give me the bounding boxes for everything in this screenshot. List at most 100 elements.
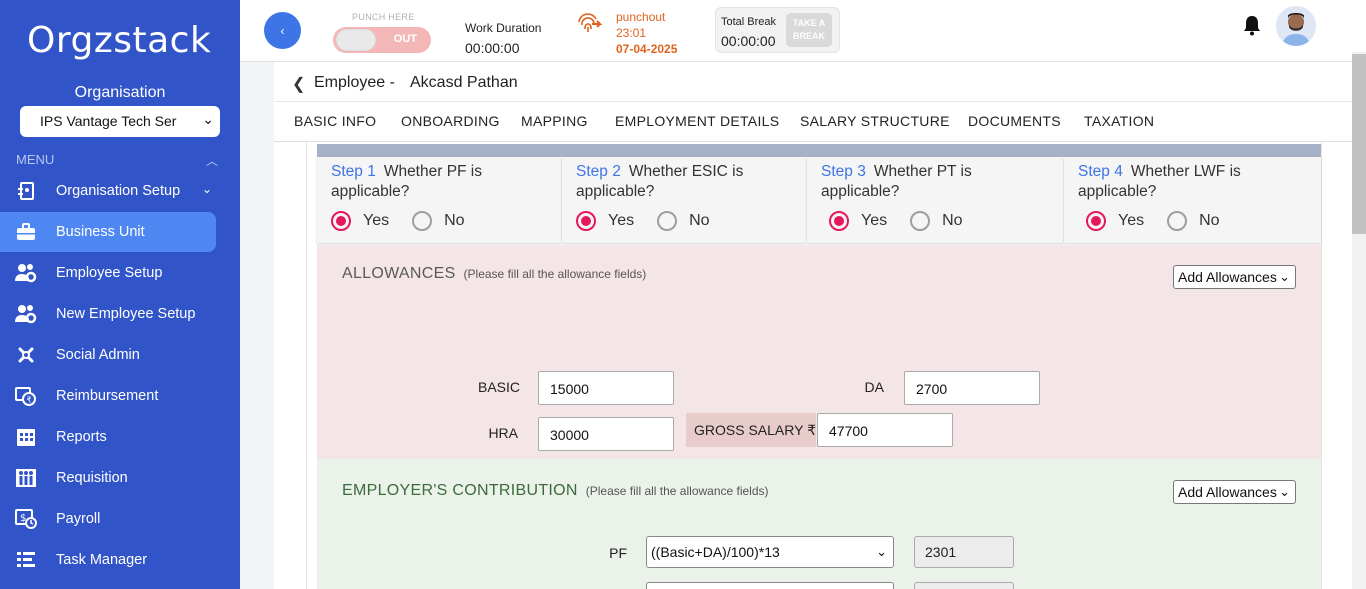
- sidebar: Orgzstack Organisation IPS Vantage Tech …: [0, 0, 240, 589]
- step-card-lwf: Step 4 Whether LWF is applicable? Yes No: [1064, 157, 1321, 243]
- radio-lwf-no[interactable]: [1167, 211, 1188, 231]
- gross-salary-label: GROSS SALARY ₹: [686, 413, 816, 447]
- take-break-line1: TAKE A: [792, 18, 826, 28]
- radio-esic-yes[interactable]: [576, 211, 596, 231]
- gross-salary-input[interactable]: 47700: [817, 413, 953, 447]
- sidebar-item-reimbursement[interactable]: ₹ Reimbursement: [0, 376, 216, 416]
- radio-group-esic: Yes No: [576, 211, 710, 231]
- svg-text:₹: ₹: [27, 396, 32, 405]
- allowances-hint: (Please fill all the allowance fields): [463, 267, 647, 281]
- page-scrollbar[interactable]: [1352, 52, 1366, 589]
- sidebar-item-reports[interactable]: Reports: [0, 417, 216, 457]
- tab-onboarding[interactable]: ONBOARDING: [401, 113, 500, 129]
- main-card: ❮ Employee - Akcasd Pathan BASIC INFO ON…: [274, 62, 1352, 589]
- radio-pt-no[interactable]: [910, 211, 931, 231]
- pf-formula-value: ((Basic+DA)/100)*13: [651, 544, 780, 560]
- next-formula-select[interactable]: [646, 582, 894, 589]
- step-card-esic: Step 2 Whether ESIC is applicable? Yes No: [562, 157, 806, 243]
- tab-taxation[interactable]: TAXATION: [1084, 113, 1154, 129]
- punchout-label: punchout: [616, 10, 666, 24]
- scrollbar-thumb[interactable]: [1352, 54, 1366, 234]
- sidebar-item-label: Employee Setup: [56, 265, 163, 281]
- chevron-down-icon: ⌄: [202, 111, 214, 127]
- sidebar-item-payroll[interactable]: $ Payroll: [0, 499, 216, 539]
- tab-documents[interactable]: DOCUMENTS: [968, 113, 1061, 129]
- sidebar-item-label: Payroll: [56, 511, 101, 527]
- punch-toggle[interactable]: OUT: [333, 27, 431, 53]
- tab-basic-info[interactable]: BASIC INFO: [294, 113, 376, 129]
- tab-salary-structure[interactable]: SALARY STRUCTURE: [800, 113, 950, 129]
- radio-esic-no[interactable]: [657, 211, 678, 231]
- radio-label-yes: Yes: [1118, 212, 1145, 229]
- tab-mapping[interactable]: MAPPING: [521, 113, 588, 129]
- next-amount-field: [914, 582, 1014, 589]
- sidebar-item-label: Organisation Setup: [56, 183, 181, 199]
- sidebar-item-label: Reports: [56, 429, 107, 445]
- chevron-left-icon[interactable]: ❮: [292, 74, 305, 94]
- task-list-icon: [15, 549, 37, 571]
- step-number: Step 1: [331, 163, 376, 180]
- sidebar-item-employee-setup[interactable]: Employee Setup: [0, 253, 216, 293]
- radio-pf-yes[interactable]: [331, 211, 351, 231]
- radio-group-pf: Yes No: [331, 211, 465, 231]
- radio-lwf-yes[interactable]: [1086, 211, 1106, 231]
- da-label: DA: [864, 379, 884, 395]
- hra-label: HRA: [488, 425, 518, 441]
- radio-label-yes: Yes: [363, 212, 390, 229]
- sidebar-item-new-employee-setup[interactable]: New Employee Setup: [0, 294, 216, 334]
- employer-contribution-section: EMPLOYER'S CONTRIBUTION (Please fill all …: [317, 459, 1321, 589]
- tab-employment-details[interactable]: EMPLOYMENT DETAILS: [615, 113, 779, 129]
- collapse-sidebar-button[interactable]: ‹: [264, 12, 301, 49]
- radio-label-no: No: [689, 212, 710, 229]
- sidebar-item-label: Business Unit: [56, 224, 145, 240]
- chevron-up-icon[interactable]: ︿: [206, 152, 218, 169]
- add-allowances-select[interactable]: Add Allowances ⌄: [1173, 265, 1296, 289]
- employer-contribution-hint: (Please fill all the allowance fields): [585, 484, 769, 498]
- fingerprint-punchout-icon: [575, 10, 603, 38]
- orgzstack-logo[interactable]: Orgzstack: [27, 20, 211, 61]
- pf-amount-field: 2301: [914, 536, 1014, 568]
- sidebar-item-requisition[interactable]: Requisition: [0, 458, 216, 498]
- radio-pt-yes[interactable]: [829, 211, 849, 231]
- total-break-label: Total Break: [721, 16, 777, 28]
- radio-label-no: No: [1199, 212, 1220, 229]
- reimbursement-icon: ₹: [15, 385, 37, 407]
- take-a-break-button[interactable]: TAKE A BREAK: [786, 13, 832, 47]
- chevron-down-icon: ⌄: [876, 544, 887, 559]
- total-break-value: 00:00:00: [721, 33, 776, 49]
- sidebar-item-organisation-setup[interactable]: Organisation Setup ⌄: [0, 171, 216, 211]
- radio-label-yes: Yes: [861, 212, 888, 229]
- radio-pf-no[interactable]: [412, 211, 433, 231]
- bell-icon[interactable]: [1242, 14, 1262, 36]
- organisation-label: Organisation: [74, 84, 166, 101]
- tabs: BASIC INFO ONBOARDING MAPPING EMPLOYMENT…: [274, 102, 1352, 142]
- da-input[interactable]: 2700: [904, 371, 1040, 405]
- allowances-heading: ALLOWANCES (Please fill all the allowance…: [342, 265, 646, 283]
- radio-label-yes: Yes: [608, 212, 635, 229]
- sidebar-item-label: Task Manager: [56, 552, 148, 568]
- organisation-select[interactable]: IPS Vantage Tech Ser ⌄: [20, 106, 220, 137]
- sidebar-item-business-unit[interactable]: Business Unit: [0, 212, 216, 252]
- chevron-down-icon: ⌄: [201, 182, 212, 196]
- users-gear-icon: [15, 303, 37, 325]
- radio-group-pt: Yes No: [829, 211, 963, 231]
- avatar[interactable]: [1276, 6, 1316, 46]
- employee-name: Akcasd Pathan: [410, 74, 518, 91]
- basic-input[interactable]: 15000: [538, 371, 674, 405]
- take-break-line2: BREAK: [792, 31, 825, 41]
- chevron-down-icon: ⌄: [1279, 484, 1290, 499]
- briefcase-icon: [15, 221, 37, 243]
- sidebar-item-social-admin[interactable]: Social Admin: [0, 335, 216, 375]
- step-question: Step 4 Whether LWF is applicable?: [1078, 162, 1311, 202]
- punchout-date: 07-04-2025: [616, 42, 678, 56]
- calendar-grid-icon: [15, 426, 37, 448]
- sidebar-item-label: New Employee Setup: [56, 306, 196, 322]
- hra-input[interactable]: 30000: [538, 417, 674, 451]
- step-number: Step 3: [821, 163, 866, 180]
- step-question: Step 2 Whether ESIC is applicable?: [576, 162, 796, 202]
- sidebar-item-task-manager[interactable]: Task Manager: [0, 540, 216, 580]
- add-allowances-select[interactable]: Add Allowances ⌄: [1173, 480, 1296, 504]
- org-setup-icon: [15, 180, 37, 202]
- step-number: Step 4: [1078, 163, 1123, 180]
- pf-formula-select[interactable]: ((Basic+DA)/100)*13 ⌄: [646, 536, 894, 568]
